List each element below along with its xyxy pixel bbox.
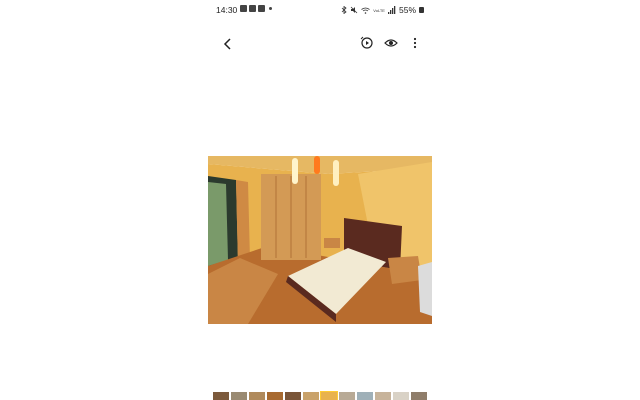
thumbnail[interactable]: [267, 392, 283, 400]
thumbnail-strip: [208, 391, 432, 400]
toolbar-actions: [360, 36, 422, 50]
thumbnail[interactable]: [393, 392, 409, 400]
thumbnail[interactable]: [339, 392, 355, 400]
lamp-left: [292, 158, 298, 184]
nightstand-right: [388, 256, 422, 284]
back-button[interactable]: [220, 36, 236, 52]
thumbnail[interactable]: [303, 392, 319, 400]
check-icon: [258, 5, 265, 12]
bluetooth-icon: [341, 6, 347, 14]
doorway-hall: [208, 182, 228, 266]
chevron-left-icon: [223, 38, 231, 50]
thumbnail[interactable]: [231, 392, 247, 400]
thumbnail[interactable]: [375, 392, 391, 400]
mute-icon: [350, 6, 358, 14]
network-label: VoLTE: [373, 7, 385, 13]
thumbnail[interactable]: [285, 392, 301, 400]
window: [418, 262, 432, 316]
thumbnail[interactable]: [357, 392, 373, 400]
view-icon[interactable]: [384, 36, 398, 50]
email-icon: [249, 5, 256, 12]
lock-icon: [419, 7, 424, 13]
bedroom-photo[interactable]: [208, 156, 432, 324]
remaster-icon[interactable]: [360, 36, 374, 50]
door-frame: [236, 180, 250, 264]
gallery-icon: [240, 5, 247, 12]
dot-icon: [269, 7, 272, 10]
signal-icon: [387, 6, 396, 14]
nightstand-left: [324, 238, 340, 248]
status-bar: 14:30 VoLTE 55%: [208, 0, 432, 20]
more-vert-icon[interactable]: [408, 36, 422, 50]
thumbnail[interactable]: [213, 392, 229, 400]
notification-icons: [240, 5, 272, 12]
thumbnail[interactable]: [411, 392, 427, 400]
phone-screen: 14:30 VoLTE 55%: [208, 0, 432, 400]
system-icons: VoLTE 55%: [341, 5, 424, 15]
wifi-icon: [361, 7, 371, 14]
lamp-middle: [314, 156, 320, 174]
thumbnail-active[interactable]: [320, 391, 338, 400]
viewer-toolbar: [208, 30, 432, 58]
thumbnail[interactable]: [249, 392, 265, 400]
status-time: 14:30: [216, 5, 238, 15]
lamp-right: [333, 160, 339, 186]
battery-percent: 55%: [398, 5, 416, 15]
